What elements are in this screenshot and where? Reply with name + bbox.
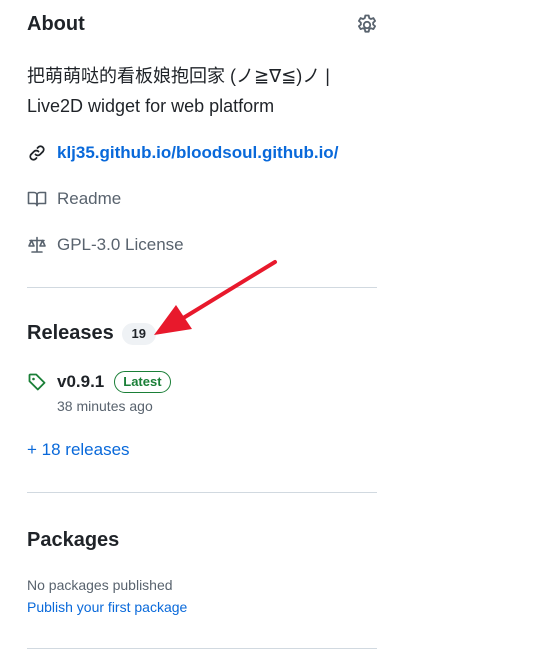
license-row[interactable]: GPL-3.0 License [27, 233, 184, 257]
publish-package-link[interactable]: Publish your first package [27, 599, 187, 615]
release-tag-name: v0.9.1 [57, 372, 105, 391]
latest-release-row[interactable]: v0.9.1 Latest [27, 370, 171, 394]
latest-badge: Latest [114, 371, 171, 393]
no-packages-text: No packages published [27, 577, 173, 593]
packages-heading[interactable]: Packages [27, 529, 119, 552]
license-label: GPL-3.0 License [57, 235, 184, 254]
about-heading: About [27, 13, 85, 35]
divider [27, 492, 377, 493]
divider [27, 648, 377, 649]
releases-heading: Releases [27, 322, 114, 344]
readme-label: Readme [57, 189, 122, 208]
website-row: klj35.github.io/bloodsoul.github.io/ [27, 141, 338, 165]
book-icon [27, 191, 47, 207]
gear-icon[interactable] [355, 13, 379, 37]
more-releases-link[interactable]: + 18 releases [27, 440, 130, 460]
readme-row[interactable]: Readme [27, 187, 121, 211]
link-icon [29, 145, 45, 161]
release-time: 38 minutes ago [57, 398, 153, 414]
website-link[interactable]: klj35.github.io/bloodsoul.github.io/ [57, 143, 338, 163]
releases-header[interactable]: Releases 19 [27, 322, 156, 345]
scale-icon [28, 236, 46, 253]
tag-icon [28, 373, 46, 391]
red-arrow [154, 260, 277, 335]
repo-description: 把萌萌哒的看板娘抱回家 (ノ≧∇≦)ノ | Live2D widget for … [27, 66, 330, 116]
